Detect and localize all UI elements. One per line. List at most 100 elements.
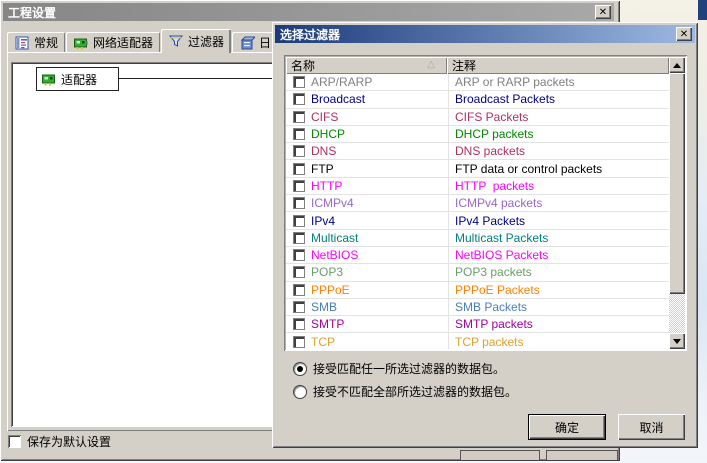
column-header-comment-label: 注释 xyxy=(452,59,477,73)
filter-name: IPv4 xyxy=(311,213,336,228)
filter-checkbox[interactable] xyxy=(293,179,305,192)
hidden-ok-button-sliver[interactable] xyxy=(460,450,540,460)
filter-name: ICMPv4 xyxy=(311,196,354,211)
filter-name: HTTP xyxy=(311,178,343,193)
filter-checkbox[interactable] xyxy=(293,249,305,262)
close-icon[interactable]: ✕ xyxy=(595,5,611,19)
filter-row[interactable]: Broadcast Broadcast Packets xyxy=(286,91,669,109)
filter-row[interactable]: SMB SMB Packets xyxy=(286,298,669,317)
filter-comment: SMB Packets xyxy=(448,298,669,316)
filter-name: SMB xyxy=(311,300,338,314)
network-adapter-icon xyxy=(74,38,89,49)
filter-checkbox[interactable] xyxy=(293,266,305,279)
filter-row[interactable]: TCP TCP packets xyxy=(286,333,669,349)
filter-name: CIFS xyxy=(311,109,339,124)
filter-comment: SMTP packets xyxy=(448,316,669,333)
filter-list-header: 名称 △ 注释 xyxy=(286,57,669,74)
filter-row[interactable]: HTTP HTTP packets xyxy=(286,177,669,196)
filter-checkbox[interactable] xyxy=(293,162,305,175)
adapter-node[interactable]: 适配器 xyxy=(36,67,119,91)
tab-general-label: 常规 xyxy=(34,36,59,50)
filter-checkbox[interactable] xyxy=(293,197,305,210)
tab-filter-label: 过滤器 xyxy=(188,34,225,49)
close-icon[interactable]: ✕ xyxy=(676,27,692,41)
filter-name: FTP xyxy=(311,161,334,176)
filter-comment: Broadcast Packets xyxy=(448,91,669,108)
filter-row[interactable]: FTP FTP data or control packets xyxy=(286,160,669,178)
filter-name: POP3 xyxy=(311,265,344,280)
ok-button[interactable]: 确定 xyxy=(528,414,606,440)
cancel-button[interactable]: 取消 xyxy=(618,414,685,440)
radio-accept-match-any-label: 接受匹配任一所选过滤器的数据包。 xyxy=(313,362,506,376)
general-icon xyxy=(15,36,29,49)
filter-comment: DHCP packets xyxy=(448,125,669,143)
filter-row[interactable]: IPv4 IPv4 Packets xyxy=(286,212,669,230)
filter-name: TCP xyxy=(311,334,335,349)
filter-checkbox[interactable] xyxy=(293,76,305,89)
column-header-comment[interactable]: 注释 xyxy=(447,57,669,74)
column-header-name-label: 名称 xyxy=(291,59,316,73)
filter-name: ARP/RARP xyxy=(311,75,373,90)
filter-checkbox[interactable] xyxy=(293,110,305,123)
log-icon xyxy=(240,36,256,49)
filter-checkbox[interactable] xyxy=(293,93,305,106)
filter-checkbox[interactable] xyxy=(293,214,305,227)
adapter-node-label: 适配器 xyxy=(61,72,98,87)
column-header-name[interactable]: 名称 △ xyxy=(286,57,447,74)
filter-row[interactable]: DNS DNS packets xyxy=(286,143,669,161)
filter-name: DNS xyxy=(311,144,337,159)
vertical-scrollbar[interactable] xyxy=(669,57,685,349)
filter-row[interactable]: PPPoE PPPoE Packets xyxy=(286,281,669,299)
scroll-down-icon[interactable] xyxy=(669,333,685,349)
filter-checkbox[interactable] xyxy=(293,128,305,141)
filter-checkbox[interactable] xyxy=(293,145,305,158)
select-filter-titlebar[interactable]: 选择过滤器 ✕ xyxy=(275,25,695,43)
filter-comment: CIFS Packets xyxy=(448,108,669,125)
filter-name: Broadcast xyxy=(311,92,366,107)
filter-checkbox[interactable] xyxy=(293,335,305,348)
filter-row[interactable]: Multicast Multicast Packets xyxy=(286,229,669,247)
filter-row[interactable]: POP3 POP3 packets xyxy=(286,264,669,282)
select-filter-dialog: 选择过滤器 ✕ 名称 △ 注释 ARP/RARP ARP or RARP pack… xyxy=(272,22,698,448)
save-default-label: 保存为默认设置 xyxy=(27,435,112,449)
filter-row[interactable]: CIFS CIFS Packets xyxy=(286,108,669,126)
adapter-icon xyxy=(42,74,55,86)
filter-name: NetBIOS xyxy=(311,248,359,263)
filter-comment: POP3 packets xyxy=(448,264,669,281)
filter-checkbox[interactable] xyxy=(293,318,305,331)
tab-general[interactable]: 常规 xyxy=(7,32,66,53)
radio-accept-match-any[interactable]: 接受匹配任一所选过滤器的数据包。 xyxy=(294,360,505,377)
radio-accept-not-match-all[interactable]: 接受不匹配全部所选过滤器的数据包。 xyxy=(294,383,517,400)
radio-icon[interactable] xyxy=(294,385,306,398)
filter-name: DHCP xyxy=(311,127,346,142)
filter-row[interactable]: SMTP SMTP packets xyxy=(286,316,669,334)
filter-name: SMTP xyxy=(311,317,345,332)
filter-row[interactable]: DHCP DHCP packets xyxy=(286,125,669,144)
scroll-up-icon[interactable] xyxy=(669,57,685,73)
filter-checkbox[interactable] xyxy=(293,301,305,313)
filter-funnel-icon xyxy=(168,35,184,47)
filter-checkbox[interactable] xyxy=(293,231,305,244)
filter-row[interactable]: ARP/RARP ARP or RARP packets xyxy=(286,74,669,92)
filter-comment: PPPoE Packets xyxy=(448,281,669,298)
filter-list: 名称 △ 注释 ARP/RARP ARP or RARP packets Broad… xyxy=(284,55,687,351)
filter-comment: HTTP packets xyxy=(448,177,669,195)
filter-comment: NetBIOS Packets xyxy=(448,246,669,264)
filter-row[interactable]: ICMPv4 ICMPv4 packets xyxy=(286,195,669,213)
scrollbar-track[interactable] xyxy=(669,294,685,337)
tab-filter[interactable]: 过滤器 xyxy=(161,29,232,53)
project-settings-title: 工程设置 xyxy=(8,5,57,20)
settings-tab-bar: 常规 网络适配器 过滤器 日 xyxy=(7,29,279,53)
filter-comment: IPv4 Packets xyxy=(448,212,669,229)
filter-comment: Multicast Packets xyxy=(448,229,669,246)
filter-name: PPPoE xyxy=(311,282,350,297)
save-default-checkbox[interactable] xyxy=(8,435,21,448)
tab-network-adapter[interactable]: 网络适配器 xyxy=(66,32,161,53)
tab-log-label: 日 xyxy=(259,36,272,50)
scrollbar-thumb[interactable] xyxy=(669,73,685,294)
filter-row[interactable]: NetBIOS NetBIOS Packets xyxy=(286,246,669,265)
hidden-cancel-button-sliver[interactable] xyxy=(546,450,618,460)
filter-checkbox[interactable] xyxy=(293,283,305,296)
radio-icon[interactable] xyxy=(294,362,306,375)
project-settings-titlebar[interactable]: 工程设置 ✕ xyxy=(3,3,614,21)
